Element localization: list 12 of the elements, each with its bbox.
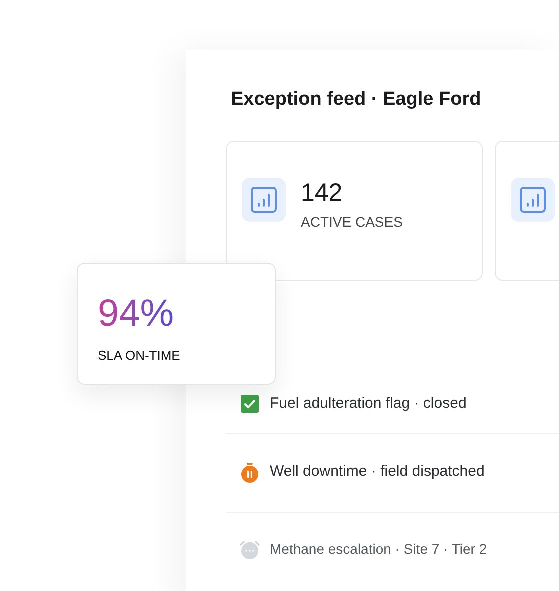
stat-label: ACTIVE CASES — [301, 212, 403, 232]
event-text: Well downtime · field dispatched — [270, 462, 485, 482]
event-text: Fuel adulteration flag · closed — [270, 394, 467, 414]
stat-value: 142 — [301, 178, 344, 208]
panel-title: Exception feed · Eagle Ford — [230, 88, 482, 112]
chart-icon — [511, 178, 555, 222]
event-text: Methane escalation · Site 7 · Tier 2 — [270, 540, 488, 559]
alarm-clock-icon — [240, 540, 260, 560]
stopwatch-icon — [241, 462, 259, 482]
checkbox-icon — [241, 395, 259, 413]
sla-label: SLA ON-TIME — [98, 347, 182, 365]
chart-icon — [242, 178, 286, 222]
